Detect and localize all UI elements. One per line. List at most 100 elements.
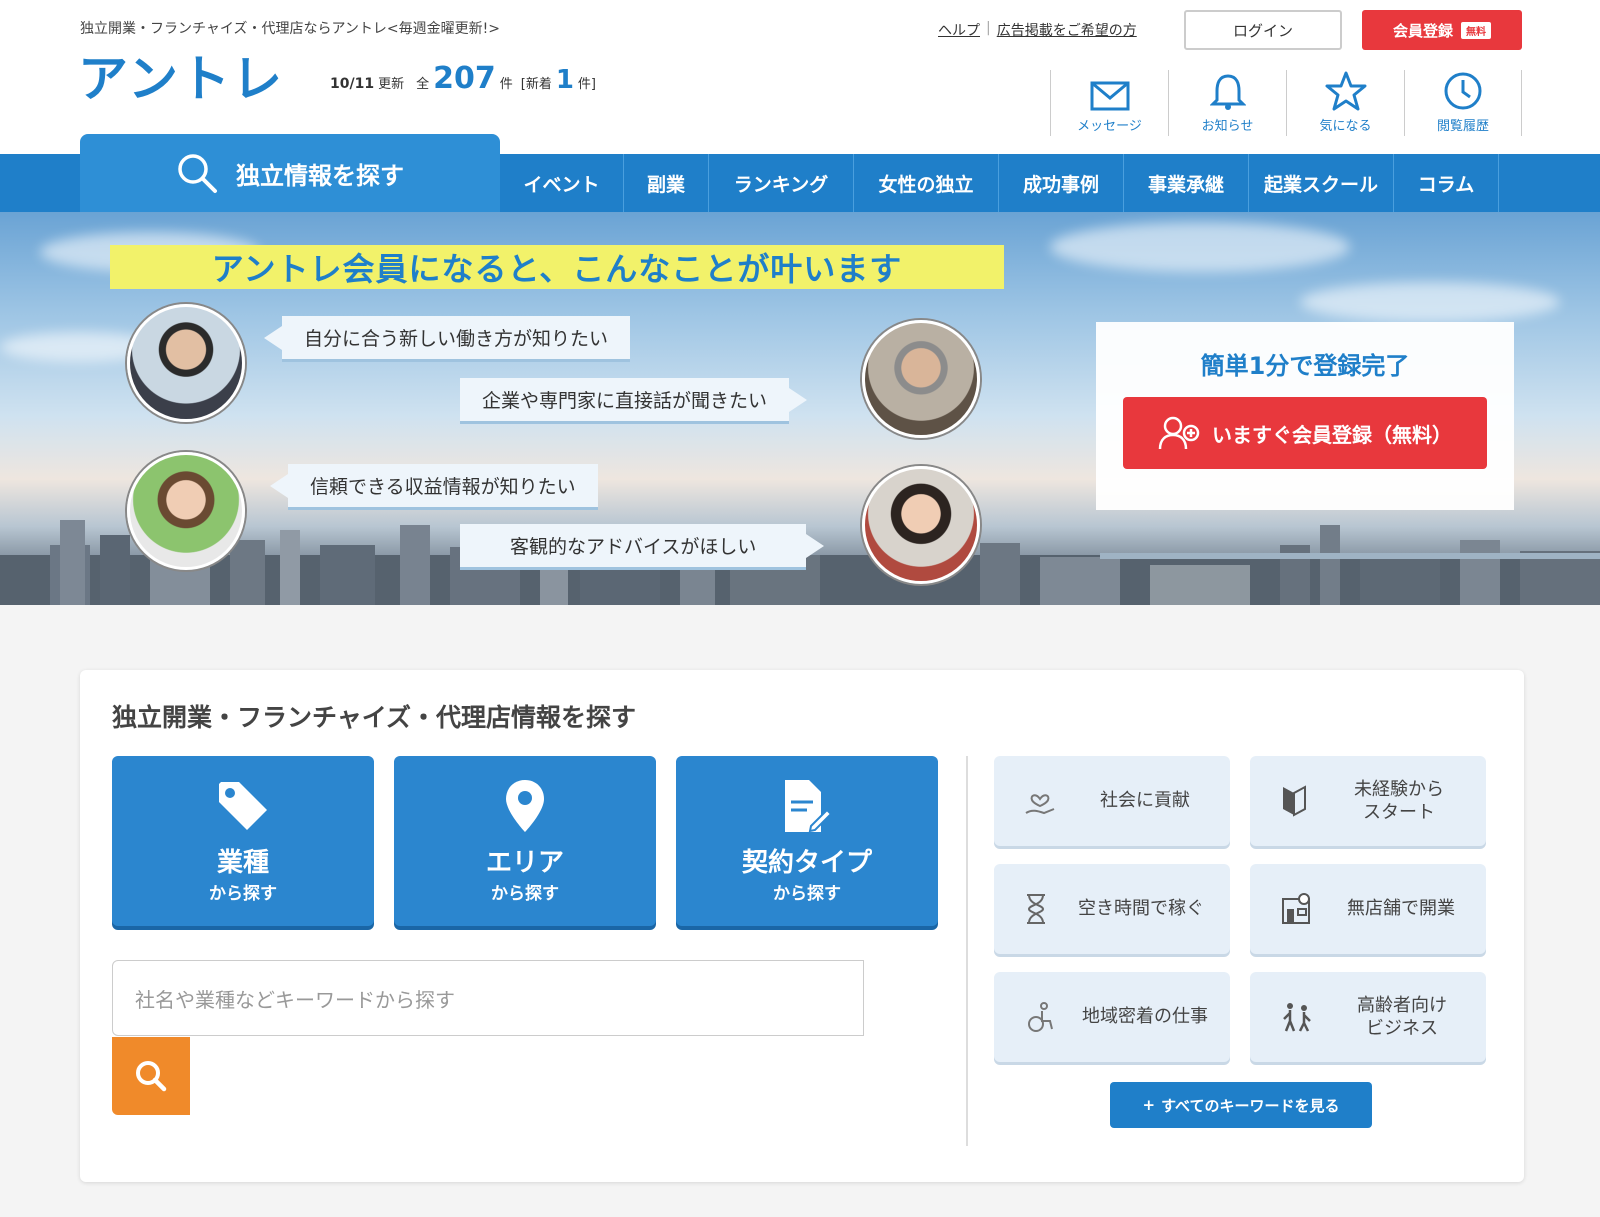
hero-banner: アントレ会員になると、こんなことが叶います 自分に合う新しい働き方が知りたい 企… — [0, 212, 1600, 605]
tag-label: 空き時間で稼ぐ — [1078, 898, 1204, 920]
help-link[interactable]: ヘルプ — [938, 20, 980, 40]
icon-nav: メッセージ お知らせ 気になる 閲覧履歴 — [1050, 70, 1522, 136]
wheelchair-icon — [1028, 1002, 1053, 1032]
avatar-woman-senior — [862, 466, 980, 584]
register-button[interactable]: 会員登録 無料 — [1362, 10, 1522, 50]
register-box-title: 簡単1分で登録完了 — [1200, 352, 1410, 380]
nav-notifications[interactable]: お知らせ — [1168, 70, 1286, 136]
avatar-man-suit — [127, 304, 245, 422]
update-suffix: 更新 — [378, 77, 405, 92]
search-panel-title: 独立開業・フランチャイズ・代理店情報を探す — [112, 703, 637, 732]
register-now-button[interactable]: いますぐ会員登録（無料） — [1123, 397, 1487, 469]
keyword-search-input[interactable]: 社名や業種などキーワードから探す — [112, 960, 864, 1036]
search-icon — [178, 154, 217, 193]
speech-bubble: 信頼できる収益情報が知りたい — [270, 464, 598, 510]
nav-succession[interactable]: 事業承継 — [1124, 154, 1249, 212]
search-tab-label: 独立情報を探す — [236, 161, 404, 190]
cloud — [1050, 222, 1350, 272]
area-sub: から探す — [491, 884, 559, 904]
nav-success-stories[interactable]: 成功事例 — [999, 154, 1124, 212]
tag-no-experience[interactable]: 未経験から スタート — [1250, 756, 1486, 846]
search-icon — [136, 1061, 167, 1092]
tag-no-store[interactable]: 無店舗で開業 — [1250, 864, 1486, 954]
tag-label: 高齢者向け ビジネス — [1357, 994, 1447, 1039]
speech-bubble: 企業や専門家に直接話が聞きたい — [460, 378, 808, 424]
avatar-woman-young — [127, 452, 245, 570]
speech-bubble: 自分に合う新しい働き方が知りたい — [263, 316, 631, 362]
tag-elderly-business[interactable]: 高齢者向け ビジネス — [1250, 972, 1486, 1062]
search-by-area-button[interactable]: エリア から探す — [394, 756, 656, 926]
bell-icon — [1209, 74, 1246, 110]
total-unit: 件 — [499, 77, 513, 92]
nav-side-job[interactable]: 副業 — [624, 154, 709, 212]
industry-label: 業種 — [216, 848, 269, 878]
tag-local-work[interactable]: 地域密着の仕事 — [994, 972, 1230, 1062]
tag-social-contribution[interactable]: 社会に貢献 — [994, 756, 1230, 846]
contract-label: 契約タイプ — [741, 848, 872, 878]
login-button[interactable]: ログイン — [1184, 10, 1342, 50]
nav-history[interactable]: 閲覧履歴 — [1404, 70, 1522, 136]
new-count: 1 — [555, 65, 574, 95]
all-keywords-button[interactable]: + すべてのキーワードを見る — [1110, 1082, 1372, 1128]
new-prefix: [新着 — [520, 77, 552, 92]
total-count: 207 — [433, 61, 496, 96]
nav-items: イベント 副業 ランキング 女性の独立 成功事例 事業承継 起業スクール コラム — [500, 154, 1499, 212]
elderly-icon — [1283, 1003, 1311, 1032]
site-tagline: 独立開業・フランチャイズ・代理店ならアントレ<毎週金曜更新!> — [80, 21, 500, 37]
nav-favorites[interactable]: 気になる — [1286, 70, 1404, 136]
keyword-search-button[interactable] — [112, 1037, 190, 1115]
shop-icon — [1282, 893, 1310, 924]
cloud — [1300, 282, 1560, 322]
search-tab[interactable]: 独立情報を探す — [80, 134, 500, 212]
free-badge: 無料 — [1461, 21, 1491, 39]
nav-women[interactable]: 女性の独立 — [854, 154, 999, 212]
top-links: ヘルプ | 広告掲載をご希望の方 — [938, 20, 1137, 40]
nav-column[interactable]: コラム — [1394, 154, 1499, 212]
register-now-label: いますぐ会員登録（無料） — [1212, 422, 1452, 447]
nav-favorites-label: 気になる — [1319, 119, 1372, 134]
search-panel: 独立開業・フランチャイズ・代理店情報を探す 業種 から探す エリア から探す 契… — [80, 670, 1524, 1182]
tag-spare-time[interactable]: 空き時間で稼ぐ — [994, 864, 1230, 954]
site-header: 独立開業・フランチャイズ・代理店ならアントレ<毎週金曜更新!> アントレ 10/… — [0, 0, 1600, 154]
star-icon — [1325, 71, 1366, 111]
hourglass-icon — [1027, 894, 1045, 924]
new-unit: 件] — [577, 77, 596, 92]
nav-ranking[interactable]: ランキング — [709, 154, 854, 212]
user-add-icon — [1158, 416, 1200, 450]
update-info: 10/11 更新 全 207 件 [新着 1 件] — [330, 64, 596, 94]
beginner-mark-icon — [1283, 785, 1306, 817]
register-box: 簡単1分で登録完了 いますぐ会員登録（無料） — [1096, 322, 1514, 510]
all-keywords-label: すべてのキーワードを見る — [1161, 1096, 1340, 1115]
industry-sub: から探す — [209, 884, 277, 904]
site-logo[interactable]: アントレ — [78, 54, 284, 104]
speech-bubble: 客観的なアドバイスがほしい — [460, 524, 825, 570]
map-pin-icon — [506, 780, 544, 832]
panel-divider — [966, 756, 968, 1146]
total-prefix: 全 — [416, 77, 430, 92]
plus-icon: + — [1142, 1096, 1156, 1114]
nav-notifications-label: お知らせ — [1201, 119, 1254, 134]
nav-history-label: 閲覧履歴 — [1436, 119, 1489, 134]
hero-title: アントレ会員になると、こんなことが叶います — [110, 245, 1004, 289]
avatar-man-glasses — [862, 320, 980, 438]
nav-school[interactable]: 起業スクール — [1249, 154, 1394, 212]
update-date: 10/11 — [330, 76, 375, 92]
area-label: エリア — [485, 848, 564, 878]
clock-icon — [1444, 72, 1482, 110]
tag-label: 未経験から スタート — [1354, 778, 1444, 823]
advertise-link[interactable]: 広告掲載をご希望の方 — [997, 20, 1137, 40]
envelope-icon — [1090, 81, 1129, 111]
tag-label: 無店舗で開業 — [1347, 898, 1455, 920]
nav-event[interactable]: イベント — [500, 154, 624, 212]
search-by-contract-button[interactable]: 契約タイプ から探す — [676, 756, 938, 926]
tag-icon — [219, 782, 267, 830]
contract-sub: から探す — [773, 884, 841, 904]
heart-hand-icon — [1025, 794, 1055, 815]
tag-label: 社会に貢献 — [1100, 790, 1190, 812]
document-edit-icon — [785, 780, 833, 833]
nav-messages-label: メッセージ — [1077, 119, 1142, 134]
nav-messages[interactable]: メッセージ — [1050, 70, 1168, 136]
search-by-industry-button[interactable]: 業種 から探す — [112, 756, 374, 926]
register-label: 会員登録 — [1392, 21, 1453, 40]
tag-label: 地域密着の仕事 — [1082, 1006, 1208, 1028]
